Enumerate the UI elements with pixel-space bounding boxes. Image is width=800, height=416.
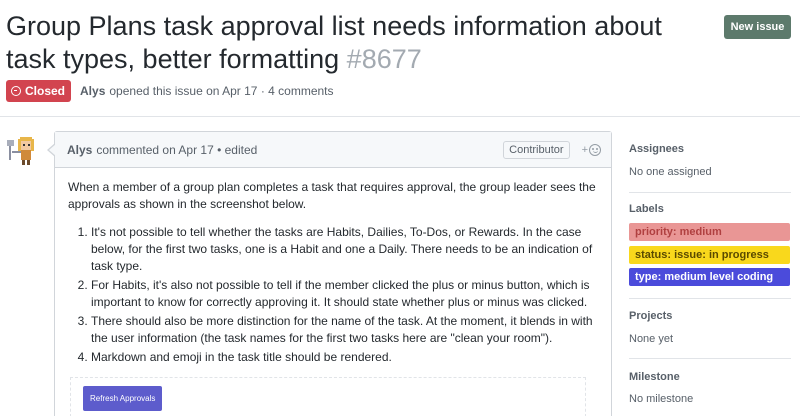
- refresh-approvals-button: Refresh Approvals: [83, 386, 163, 411]
- milestone-heading[interactable]: Milestone: [629, 371, 680, 383]
- issue-meta: Closed Alys opened this issue on Apr 17 …: [6, 80, 334, 102]
- status-badge: Closed: [6, 80, 72, 102]
- avatar[interactable]: [6, 132, 42, 168]
- closed-issue-icon: [11, 86, 21, 96]
- list-item: It's not possible to tell whether the ta…: [91, 224, 599, 275]
- add-reaction-button[interactable]: +: [581, 143, 601, 156]
- status-badge-label: Closed: [25, 84, 66, 98]
- smiley-icon: [589, 143, 601, 156]
- sidebar-divider: [629, 358, 791, 359]
- plus-icon: +: [581, 143, 588, 156]
- header-divider: [0, 116, 800, 117]
- comment-meta[interactable]: commented on Apr 17 • edited: [96, 143, 257, 157]
- comment-list: It's not possible to tell whether the ta…: [68, 224, 599, 366]
- projects-value: None yet: [629, 333, 674, 345]
- label-type[interactable]: type: medium level coding: [629, 268, 790, 286]
- sidebar-divider: [629, 298, 791, 299]
- list-item: For Habits, it's also not possible to te…: [91, 277, 599, 311]
- sidebar-divider: [629, 192, 791, 193]
- issue-number: #8677: [346, 44, 422, 74]
- comment-body: When a member of a group plan completes …: [55, 168, 611, 416]
- assignees-value: No one assigned: [629, 166, 712, 178]
- projects-heading[interactable]: Projects: [629, 310, 672, 322]
- label-status[interactable]: status: issue: in progress: [629, 246, 790, 264]
- milestone-value: No milestone: [629, 393, 694, 405]
- comment-intro: When a member of a group plan completes …: [68, 180, 596, 211]
- assignees-heading[interactable]: Assignees: [629, 143, 684, 155]
- list-item: There should also be more distinction fo…: [91, 313, 599, 347]
- embedded-screenshot[interactable]: Refresh Approvals: [70, 377, 586, 416]
- issue-title-text: Group Plans task approval list needs inf…: [6, 11, 662, 74]
- new-issue-button[interactable]: New issue: [724, 15, 791, 39]
- comment-author-link[interactable]: Alys: [67, 143, 92, 157]
- labels-heading[interactable]: Labels: [629, 203, 664, 215]
- label-priority[interactable]: priority: medium: [629, 223, 790, 241]
- contributor-badge: Contributor: [503, 140, 570, 159]
- issue-comment: Alys commented on Apr 17 • edited Contri…: [47, 131, 612, 416]
- issue-meta-text: opened this issue on Apr 17 · 4 comments: [109, 84, 334, 98]
- issue-author-link[interactable]: Alys: [80, 84, 105, 98]
- comment-header: Alys commented on Apr 17 • edited Contri…: [55, 132, 611, 168]
- list-item: Markdown and emoji in the task title sho…: [91, 349, 599, 366]
- issue-title: Group Plans task approval list needs inf…: [6, 10, 696, 76]
